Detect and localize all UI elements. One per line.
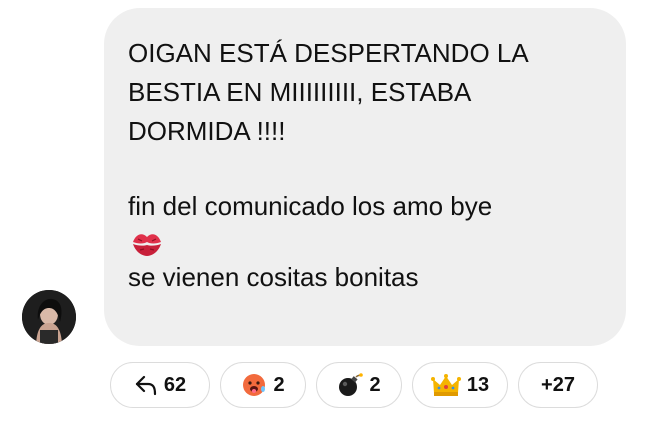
message-line: BESTIA EN MIIIIIIIII, ESTABA xyxy=(128,77,472,107)
message-line: fin del comunicado los amo bye xyxy=(128,191,493,221)
chat-view: OIGAN ESTÁ DESPERTANDO LA BESTIA EN MIII… xyxy=(0,0,649,440)
hot-face-emoji-icon xyxy=(243,374,266,396)
reply-count-chip[interactable]: 62 xyxy=(110,362,210,408)
reply-count: 62 xyxy=(163,373,187,396)
reaction-chip-crown[interactable]: 13 xyxy=(412,362,508,408)
reaction-bar: 62 2 2 13 +27 xyxy=(110,362,598,410)
reaction-chip-bomb[interactable]: 2 xyxy=(316,362,402,408)
reaction-chip-hot-face[interactable]: 2 xyxy=(220,362,306,408)
more-reactions-label: +27 xyxy=(541,373,575,396)
message-line: DORMIDA !!!! xyxy=(128,116,286,146)
message-bubble[interactable]: OIGAN ESTÁ DESPERTANDO LA BESTIA EN MIII… xyxy=(104,8,626,346)
avatar-image xyxy=(22,290,76,344)
kiss-mark-emoji-icon xyxy=(133,234,161,256)
reaction-count: 2 xyxy=(369,373,381,396)
sender-avatar[interactable] xyxy=(22,290,76,344)
bomb-emoji-icon xyxy=(339,373,364,396)
reaction-count: 2 xyxy=(273,373,285,396)
message-line: se vienen cositas bonitas xyxy=(128,262,419,292)
crown-emoji-icon xyxy=(430,374,461,396)
reaction-count: 13 xyxy=(466,373,490,396)
message-line: OIGAN ESTÁ DESPERTANDO LA xyxy=(128,38,529,68)
reply-arrow-icon xyxy=(135,375,156,396)
more-reactions-chip[interactable]: +27 xyxy=(518,362,598,408)
